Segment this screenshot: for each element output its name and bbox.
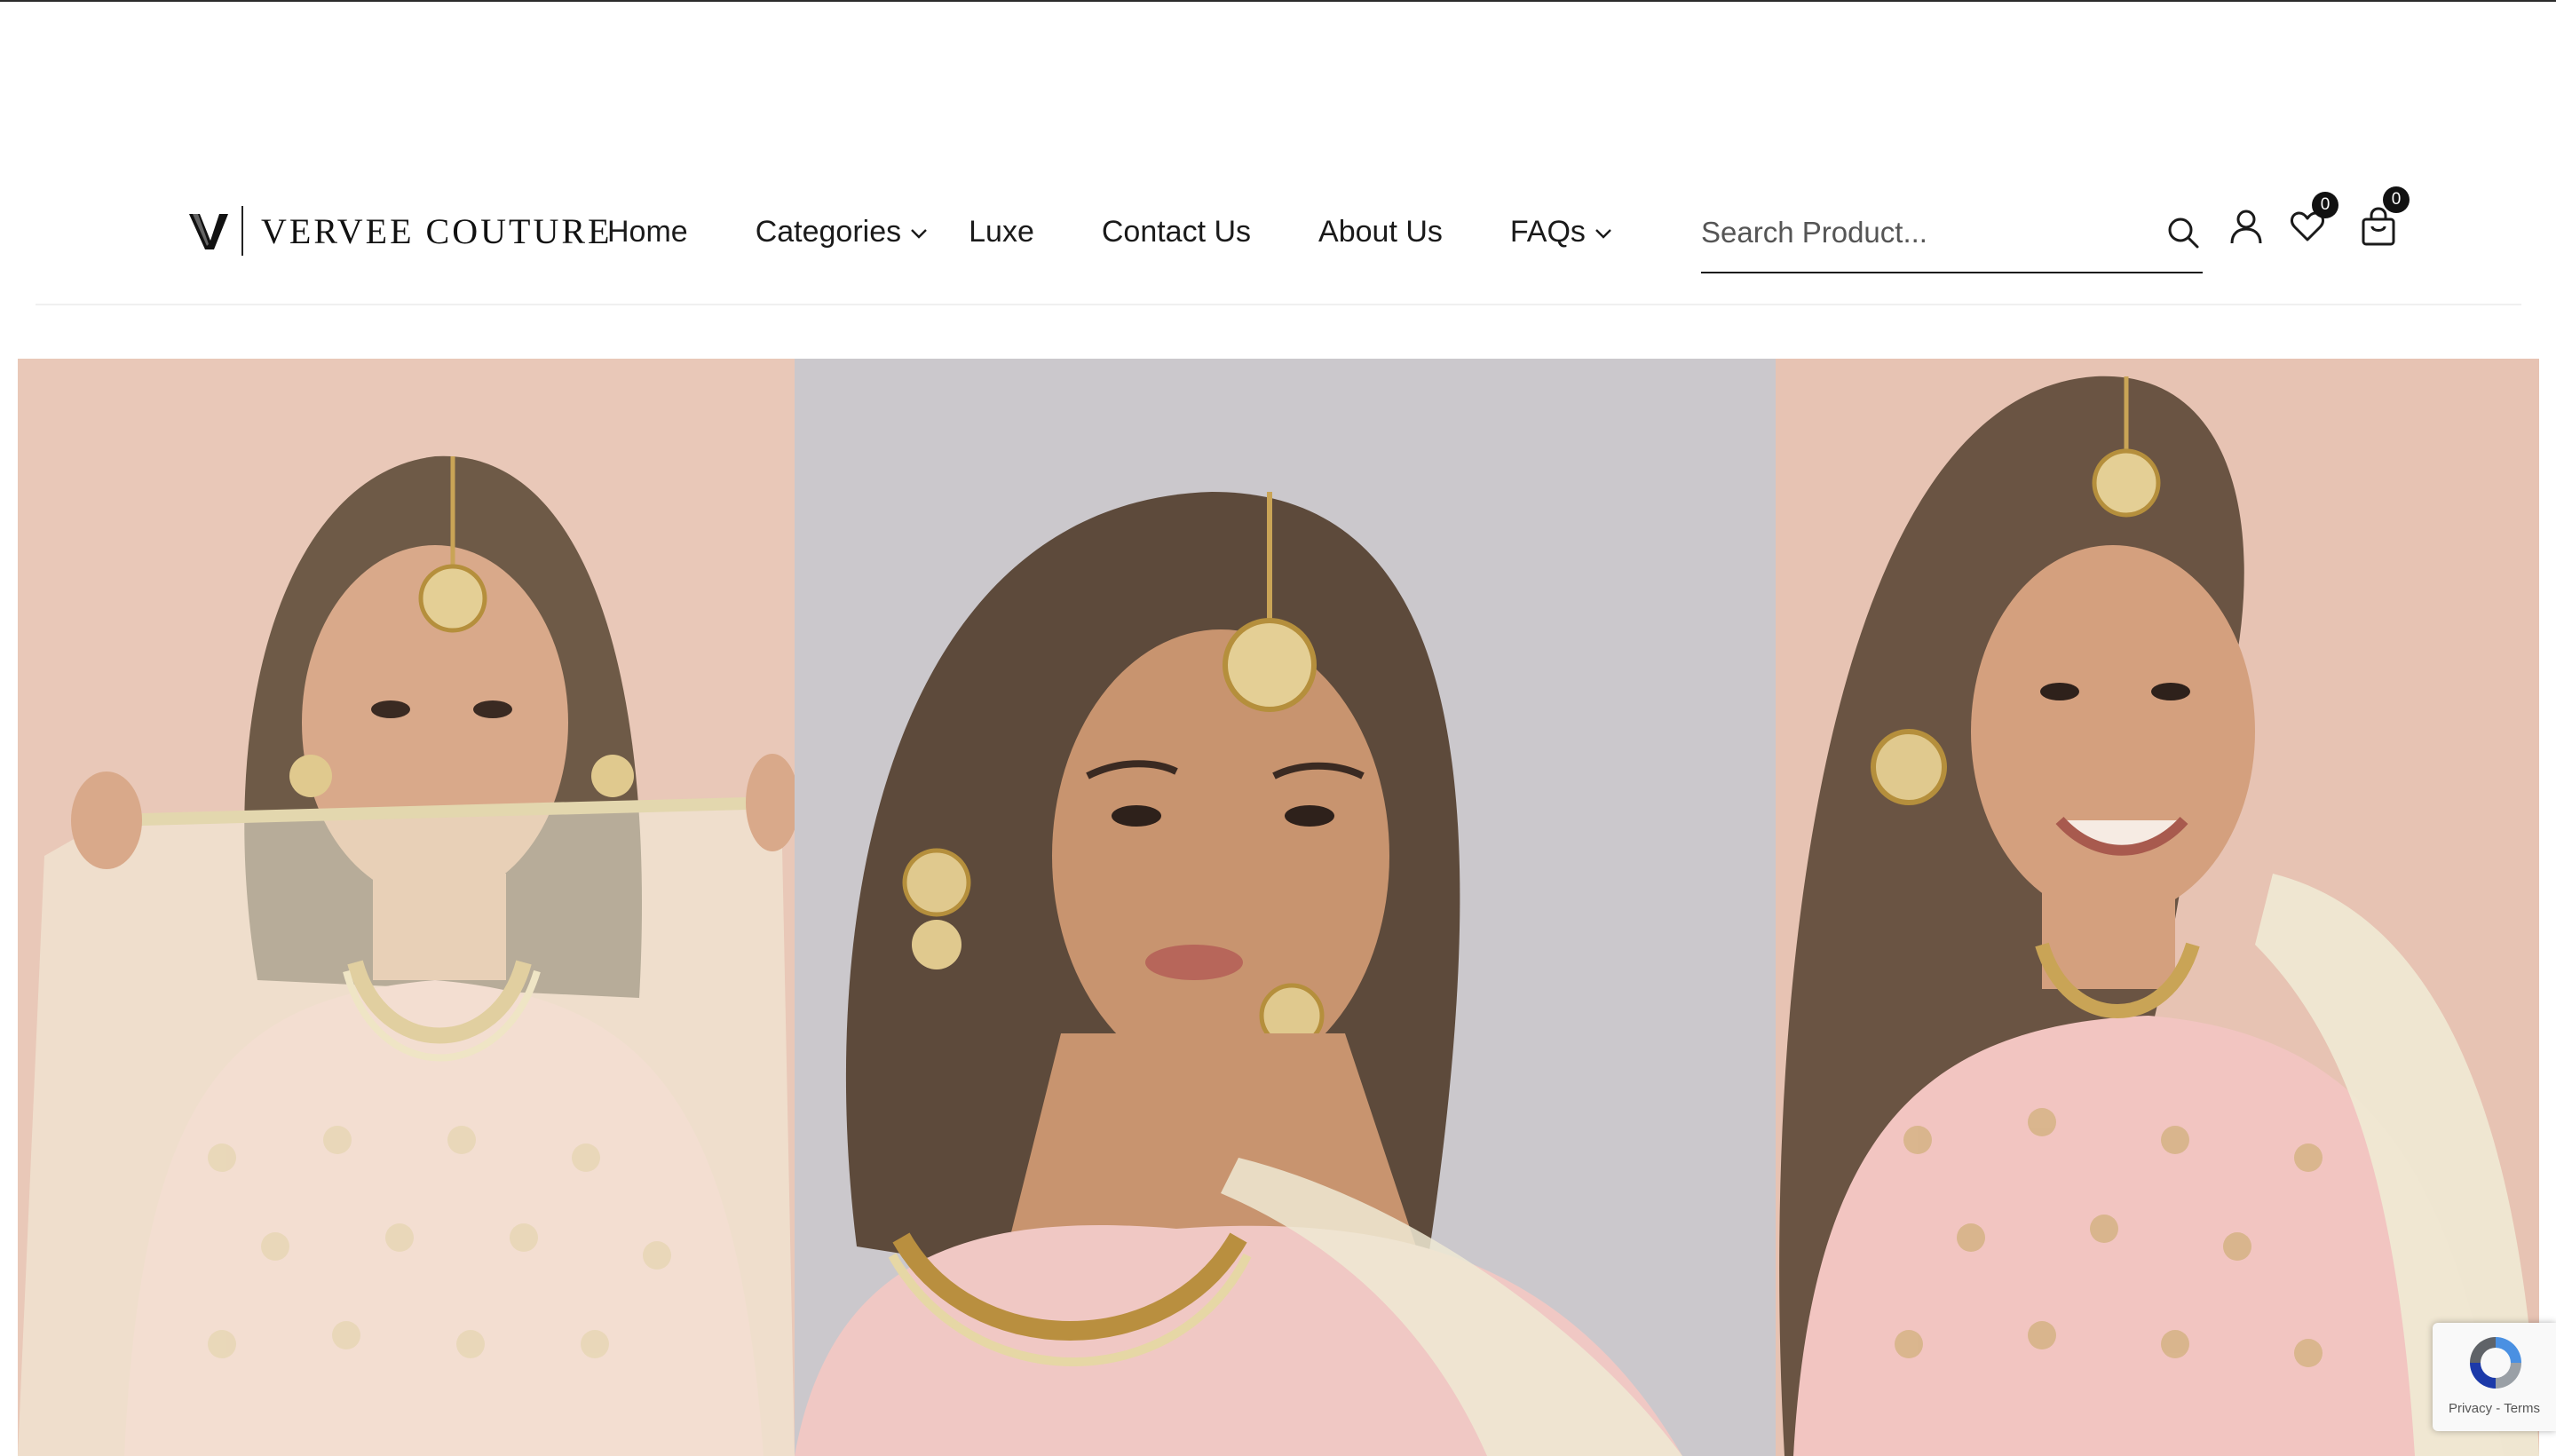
recaptcha-privacy-link[interactable]: Privacy xyxy=(2449,1401,2492,1416)
nav-faqs[interactable]: FAQs xyxy=(1510,215,1612,249)
hero-image-veil xyxy=(18,359,795,1456)
nav-about-us[interactable]: About Us xyxy=(1318,215,1443,249)
logo-divider xyxy=(241,206,243,256)
wishlist-count-badge: 0 xyxy=(2312,192,2338,218)
nav-categories[interactable]: Categories xyxy=(756,215,928,249)
hero-image-portrait xyxy=(795,359,1776,1456)
main-nav: Home Categories Luxe Contact Us About Us… xyxy=(607,211,1612,252)
site-header: VERVEE COUTURE Home Categories Luxe Cont… xyxy=(0,169,2556,293)
user-icon xyxy=(2228,208,2264,249)
hero-banner[interactable] xyxy=(18,359,2539,1456)
brand-name: VERVEE COUTURE xyxy=(261,210,613,251)
top-border xyxy=(0,0,2556,2)
brand-logo[interactable]: VERVEE COUTURE xyxy=(186,204,612,257)
recaptcha-icon xyxy=(2465,1332,2527,1394)
v-monogram-icon xyxy=(186,209,231,253)
account-button[interactable] xyxy=(2224,206,2268,250)
recaptcha-links: Privacy - Terms xyxy=(2433,1401,2556,1416)
search-icon[interactable] xyxy=(2164,213,2203,252)
chevron-down-icon xyxy=(1595,227,1612,240)
nav-faqs-label: FAQs xyxy=(1509,214,1586,249)
cart-count-badge: 0 xyxy=(2383,186,2410,213)
nav-about-us-label: About Us xyxy=(1318,214,1443,249)
nav-home-label: Home xyxy=(607,214,688,249)
recaptcha-badge[interactable]: Privacy - Terms xyxy=(2433,1323,2556,1431)
shopping-bag-icon xyxy=(2360,206,2397,250)
nav-contact-us-label: Contact Us xyxy=(1101,214,1252,249)
chevron-down-icon xyxy=(910,227,928,240)
search-input[interactable] xyxy=(1701,208,2127,257)
nav-luxe-label: Luxe xyxy=(969,214,1034,249)
nav-home[interactable]: Home xyxy=(607,215,688,249)
header-divider xyxy=(36,304,2521,305)
nav-categories-label: Categories xyxy=(755,214,902,249)
hero-image-smile xyxy=(1776,359,2539,1456)
recaptcha-separator: - xyxy=(2496,1401,2501,1416)
search-bar xyxy=(1701,195,2203,273)
nav-contact-us[interactable]: Contact Us xyxy=(1102,215,1251,249)
wishlist-button[interactable]: 0 xyxy=(2285,192,2338,250)
cart-button[interactable]: 0 xyxy=(2356,186,2410,250)
nav-luxe[interactable]: Luxe xyxy=(969,215,1034,249)
recaptcha-terms-link[interactable]: Terms xyxy=(2504,1401,2540,1416)
